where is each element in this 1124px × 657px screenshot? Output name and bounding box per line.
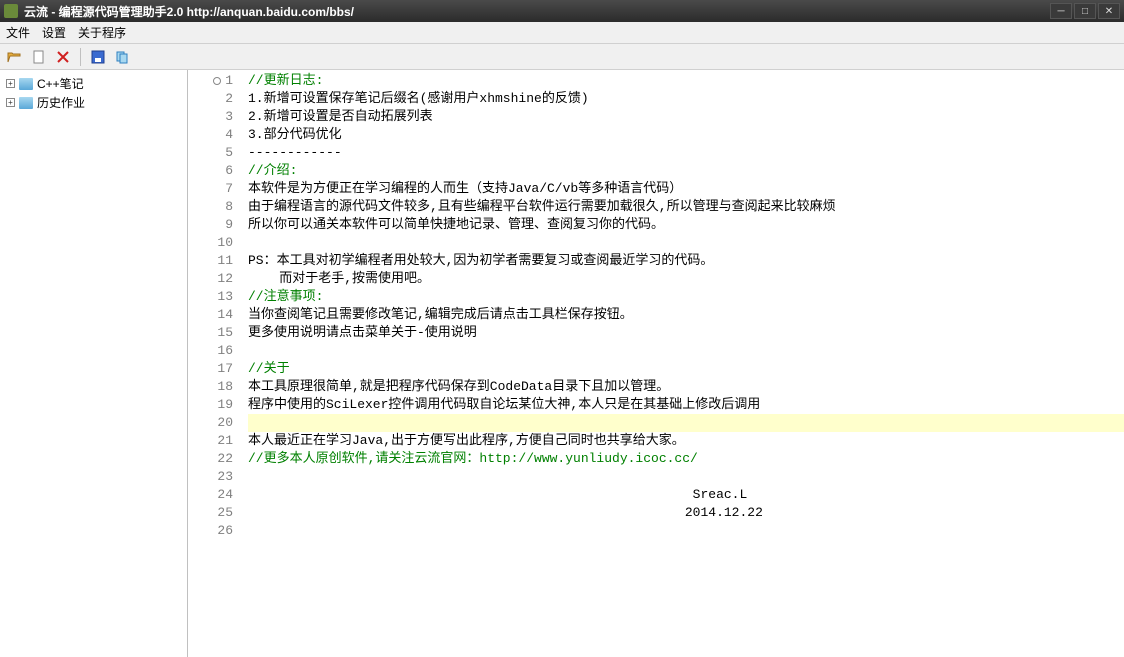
code-editor[interactable]: 1234567891011121314151617181920212223242… xyxy=(188,70,1124,657)
toolbar-separator xyxy=(80,48,81,66)
menubar: 文件 设置 关于程序 xyxy=(0,22,1124,44)
line-gutter: 1234567891011121314151617181920212223242… xyxy=(188,70,244,657)
window-buttons: ─ □ ✕ xyxy=(1050,3,1120,19)
main-area: + C++笔记 + 历史作业 1234567891011121314151617… xyxy=(0,70,1124,657)
tree-label: C++笔记 xyxy=(37,75,84,92)
menu-file[interactable]: 文件 xyxy=(6,24,30,41)
folder-icon xyxy=(19,78,33,90)
maximize-button[interactable]: □ xyxy=(1074,3,1096,19)
expand-icon[interactable]: + xyxy=(6,79,15,88)
titlebar: 云流 - 编程源代码管理助手2.0 http://anquan.baidu.co… xyxy=(0,0,1124,22)
window-title: 云流 - 编程源代码管理助手2.0 http://anquan.baidu.co… xyxy=(24,3,1050,20)
tree-item-history[interactable]: + 历史作业 xyxy=(2,93,185,112)
save-icon xyxy=(90,49,106,65)
expand-icon[interactable]: + xyxy=(6,98,15,107)
tree-item-cpp[interactable]: + C++笔记 xyxy=(2,74,185,93)
save-button[interactable] xyxy=(89,48,107,66)
minimize-button[interactable]: ─ xyxy=(1050,3,1072,19)
open-button[interactable] xyxy=(6,48,24,66)
tree-label: 历史作业 xyxy=(37,94,85,111)
delete-button[interactable] xyxy=(54,48,72,66)
copy-icon xyxy=(114,49,130,65)
close-button[interactable]: ✕ xyxy=(1098,3,1120,19)
sidebar: + C++笔记 + 历史作业 xyxy=(0,70,188,657)
code-content[interactable]: //更新日志:1.新增可设置保存笔记后缀名(感谢用户xhmshine的反馈)2.… xyxy=(244,70,1124,657)
menu-about[interactable]: 关于程序 xyxy=(78,24,126,41)
folder-icon xyxy=(19,97,33,109)
new-button[interactable] xyxy=(30,48,48,66)
menu-settings[interactable]: 设置 xyxy=(42,24,66,41)
folder-open-icon xyxy=(7,49,23,65)
toolbar xyxy=(0,44,1124,70)
new-file-icon xyxy=(31,49,47,65)
delete-icon xyxy=(55,49,71,65)
copy-button[interactable] xyxy=(113,48,131,66)
app-icon xyxy=(4,4,18,18)
